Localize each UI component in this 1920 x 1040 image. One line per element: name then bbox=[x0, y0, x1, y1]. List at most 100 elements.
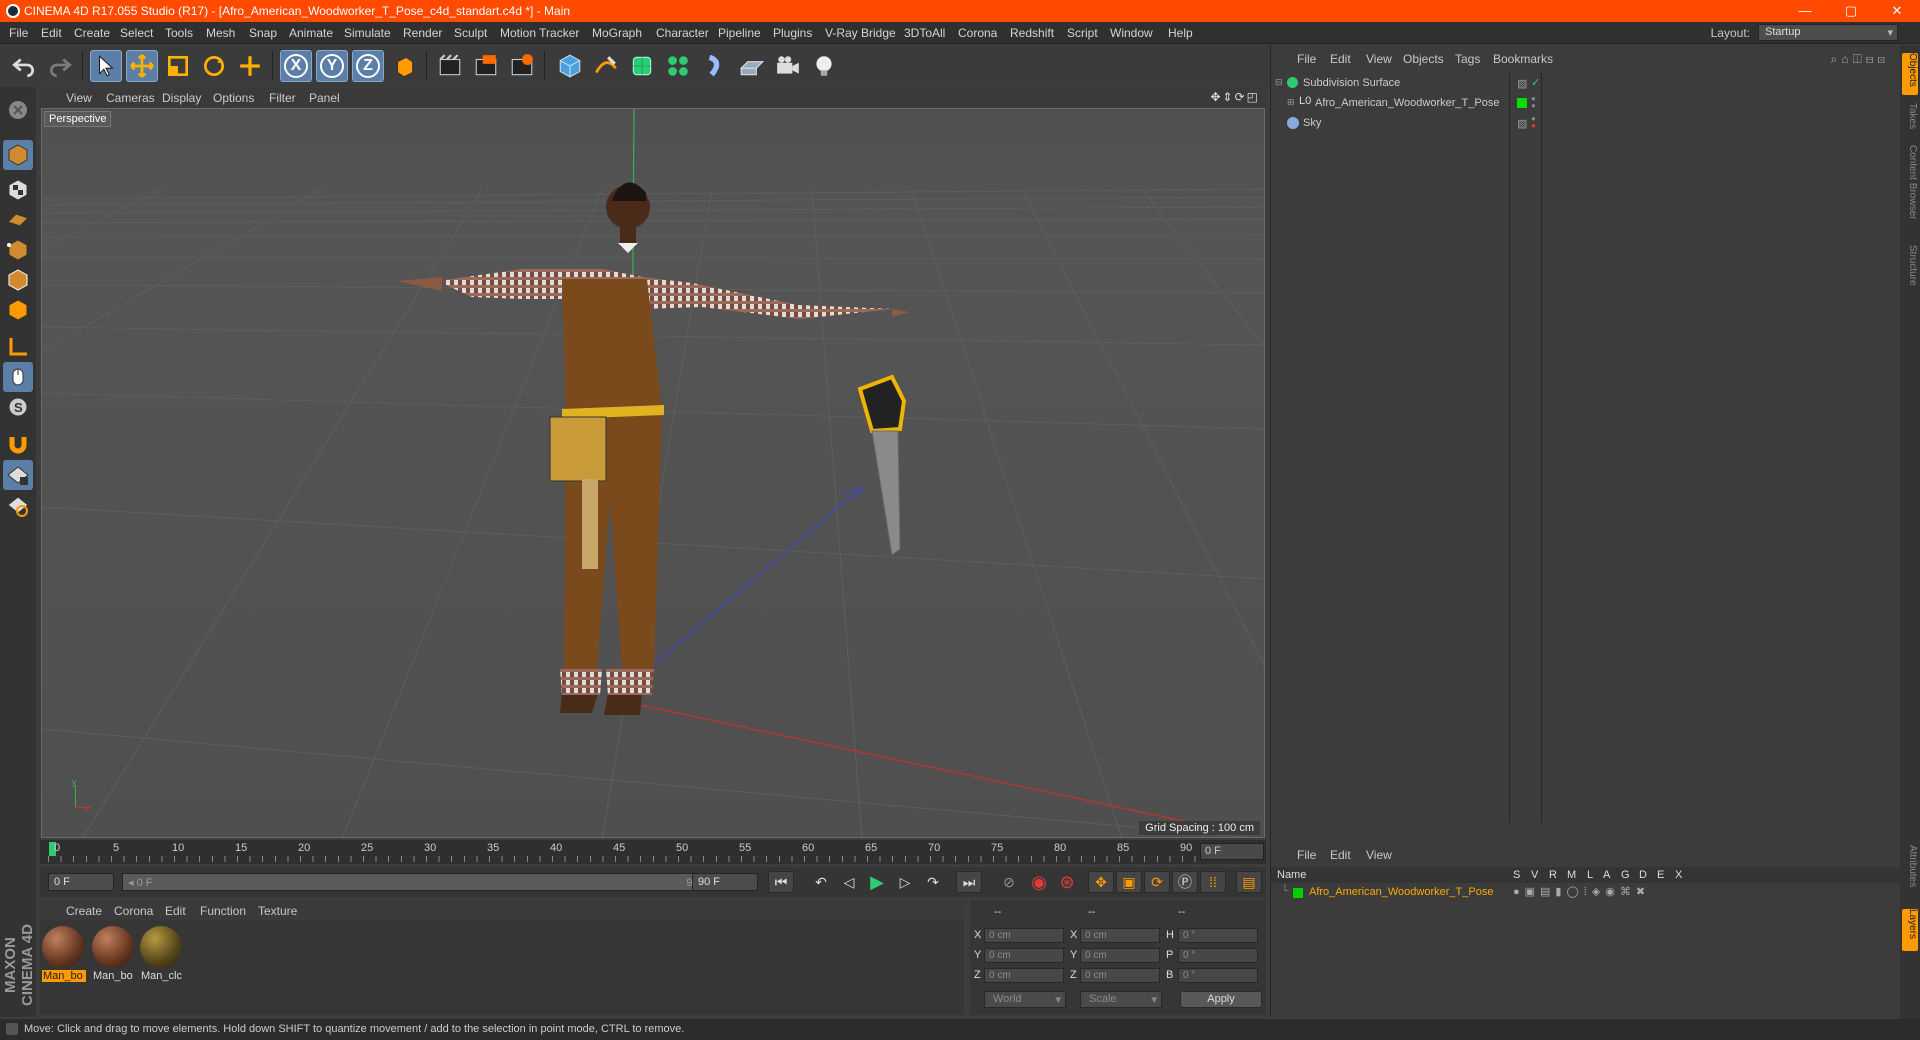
menu-edit[interactable]: Edit bbox=[41, 26, 62, 40]
size-y-field[interactable]: 0 cm bbox=[1080, 948, 1160, 963]
size-x-field[interactable]: 0 cm bbox=[1080, 928, 1160, 943]
cube-object-icon[interactable] bbox=[554, 50, 586, 82]
floor-icon[interactable] bbox=[736, 50, 768, 82]
next-frame-icon[interactable]: ▷ bbox=[892, 871, 918, 893]
material-menu-create[interactable]: Create bbox=[66, 904, 102, 918]
menu-animate[interactable]: Animate bbox=[289, 26, 333, 40]
texture-mode-icon[interactable] bbox=[3, 175, 33, 205]
make-editable-icon[interactable] bbox=[3, 95, 33, 125]
expand-icon[interactable]: ⊞ bbox=[1287, 97, 1295, 108]
layer-menu-edit[interactable]: Edit bbox=[1330, 848, 1351, 862]
menu-help[interactable]: Help bbox=[1168, 26, 1193, 40]
cloner-icon[interactable] bbox=[662, 50, 694, 82]
workplane-lock-icon[interactable] bbox=[3, 460, 33, 490]
layer-color-swatch[interactable] bbox=[1517, 98, 1527, 108]
tab-attributes[interactable]: Attributes bbox=[1902, 845, 1918, 903]
keyframe-selection-icon[interactable]: ⊛ bbox=[1054, 871, 1080, 893]
object-row-woodworker[interactable]: ⊞ L0 Afro_American_Woodworker_T_Pose ● ● bbox=[1273, 95, 1899, 113]
col-expressions[interactable]: E bbox=[1657, 869, 1664, 881]
snapping-icon[interactable]: S bbox=[3, 392, 33, 422]
material-swatch[interactable]: Man_bo bbox=[42, 926, 86, 988]
menu-file[interactable]: File bbox=[9, 26, 28, 40]
material-swatch[interactable]: Man_bo bbox=[92, 926, 136, 988]
tab-structure[interactable]: Structure bbox=[1902, 245, 1918, 299]
position-x-field[interactable]: 0 cm bbox=[984, 928, 1064, 943]
menu-create[interactable]: Create bbox=[74, 26, 110, 40]
x-axis-lock-button[interactable]: X bbox=[280, 50, 312, 82]
render-to-picture-viewer-icon[interactable] bbox=[470, 50, 502, 82]
scale-tool-icon[interactable] bbox=[162, 50, 194, 82]
camera-icon[interactable] bbox=[772, 50, 804, 82]
viewport-menu-options[interactable]: Options bbox=[213, 91, 254, 105]
position-y-field[interactable]: 0 cm bbox=[984, 948, 1064, 963]
col-render[interactable]: R bbox=[1549, 869, 1557, 881]
live-selection-icon[interactable] bbox=[90, 50, 122, 82]
viewport-camera-label[interactable]: Perspective bbox=[44, 111, 112, 127]
play-icon[interactable]: ▶ bbox=[864, 871, 890, 893]
viewport-menu-display[interactable]: Display bbox=[162, 91, 201, 105]
edges-mode-icon[interactable] bbox=[3, 265, 33, 295]
coordinate-system-icon[interactable] bbox=[388, 50, 420, 82]
undo-icon[interactable] bbox=[8, 50, 40, 82]
object-menu-file[interactable]: File bbox=[1297, 52, 1316, 66]
position-z-field[interactable]: 0 cm bbox=[984, 968, 1064, 983]
auto-keying-icon[interactable]: ◉ bbox=[1026, 871, 1052, 893]
recent-tools-icon[interactable] bbox=[234, 50, 266, 82]
menu-mesh[interactable]: Mesh bbox=[206, 26, 235, 40]
rotation-p-field[interactable]: 0 ° bbox=[1178, 948, 1258, 963]
redo-icon[interactable] bbox=[44, 50, 76, 82]
viewport-menu-filter[interactable]: Filter bbox=[269, 91, 296, 105]
size-mode-select[interactable]: Scale ▾ bbox=[1080, 991, 1162, 1008]
col-solo[interactable]: S bbox=[1513, 869, 1520, 881]
points-mode-icon[interactable] bbox=[3, 235, 33, 265]
menu-redshift[interactable]: Redshift bbox=[1010, 26, 1054, 40]
object-menu-bookmarks[interactable]: Bookmarks bbox=[1493, 52, 1553, 66]
col-locked[interactable]: L bbox=[1587, 869, 1593, 881]
subdivision-surface-icon[interactable] bbox=[626, 50, 658, 82]
object-menu-tags[interactable]: Tags bbox=[1455, 52, 1480, 66]
rotation-b-field[interactable]: 0 ° bbox=[1178, 968, 1258, 983]
end-frame-field[interactable]: 90 F bbox=[692, 873, 758, 891]
object-menu-edit[interactable]: Edit bbox=[1330, 52, 1351, 66]
render-settings-icon[interactable] bbox=[506, 50, 538, 82]
col-animation[interactable]: A bbox=[1603, 869, 1610, 881]
tweak-mode-icon[interactable] bbox=[3, 362, 33, 392]
menu-3dtoall[interactable]: 3DToAll bbox=[904, 26, 945, 40]
col-name[interactable]: Name bbox=[1277, 869, 1306, 881]
menu-plugins[interactable]: Plugins bbox=[773, 26, 812, 40]
record-keyframes-icon[interactable]: ⊘ bbox=[996, 871, 1022, 893]
z-axis-lock-button[interactable]: Z bbox=[352, 50, 384, 82]
previous-frame-icon[interactable]: ◁ bbox=[836, 871, 862, 893]
enable-axis-icon[interactable] bbox=[3, 332, 33, 362]
previous-key-icon[interactable]: ↶ bbox=[808, 871, 834, 893]
key-point-level-icon[interactable]: ⁞⁞ bbox=[1200, 871, 1226, 893]
material-menu-corona[interactable]: Corona bbox=[114, 904, 153, 918]
object-menu-objects[interactable]: Objects bbox=[1403, 52, 1444, 66]
menu-simulate[interactable]: Simulate bbox=[344, 26, 391, 40]
viewport-navigation-icon[interactable]: ✥⇕⟳◰ bbox=[1210, 90, 1260, 104]
minimize-button[interactable]: — bbox=[1782, 0, 1828, 22]
enabled-check-icon[interactable]: ✓ bbox=[1531, 76, 1540, 89]
menu-snap[interactable]: Snap bbox=[249, 26, 277, 40]
close-button[interactable]: ✕ bbox=[1874, 0, 1920, 22]
tab-takes[interactable]: Takes bbox=[1902, 103, 1918, 135]
layer-toggles-icon[interactable]: ●▣▤▮◯⁞◈◉⌘✖ bbox=[1513, 885, 1650, 898]
timeline-window-icon[interactable]: ▤ bbox=[1236, 871, 1262, 893]
y-axis-lock-button[interactable]: Y bbox=[316, 50, 348, 82]
material-menu-edit[interactable]: Edit bbox=[165, 904, 186, 918]
col-deformers[interactable]: D bbox=[1639, 869, 1647, 881]
layer-row[interactable]: └ Afro_American_Woodworker_T_Pose ●▣▤▮◯⁞… bbox=[1273, 885, 1899, 901]
material-swatch[interactable]: Man_clc bbox=[140, 926, 184, 988]
deformer-icon[interactable] bbox=[700, 50, 732, 82]
object-menu-view[interactable]: View bbox=[1366, 52, 1392, 66]
polygons-mode-icon[interactable] bbox=[3, 295, 33, 325]
key-position-icon[interactable]: ✥ bbox=[1088, 871, 1114, 893]
col-view[interactable]: V bbox=[1531, 869, 1538, 881]
object-row-subdivision-surface[interactable]: ⊟ Subdivision Surface ▧ ✓ bbox=[1273, 75, 1899, 93]
col-xref[interactable]: X bbox=[1675, 869, 1682, 881]
render-view-icon[interactable] bbox=[434, 50, 466, 82]
rotate-tool-icon[interactable] bbox=[198, 50, 230, 82]
tab-objects[interactable]: Objects bbox=[1902, 53, 1918, 95]
menu-vray-bridge[interactable]: V-Ray Bridge bbox=[825, 26, 896, 40]
viewport-menu-view[interactable]: View bbox=[66, 91, 92, 105]
